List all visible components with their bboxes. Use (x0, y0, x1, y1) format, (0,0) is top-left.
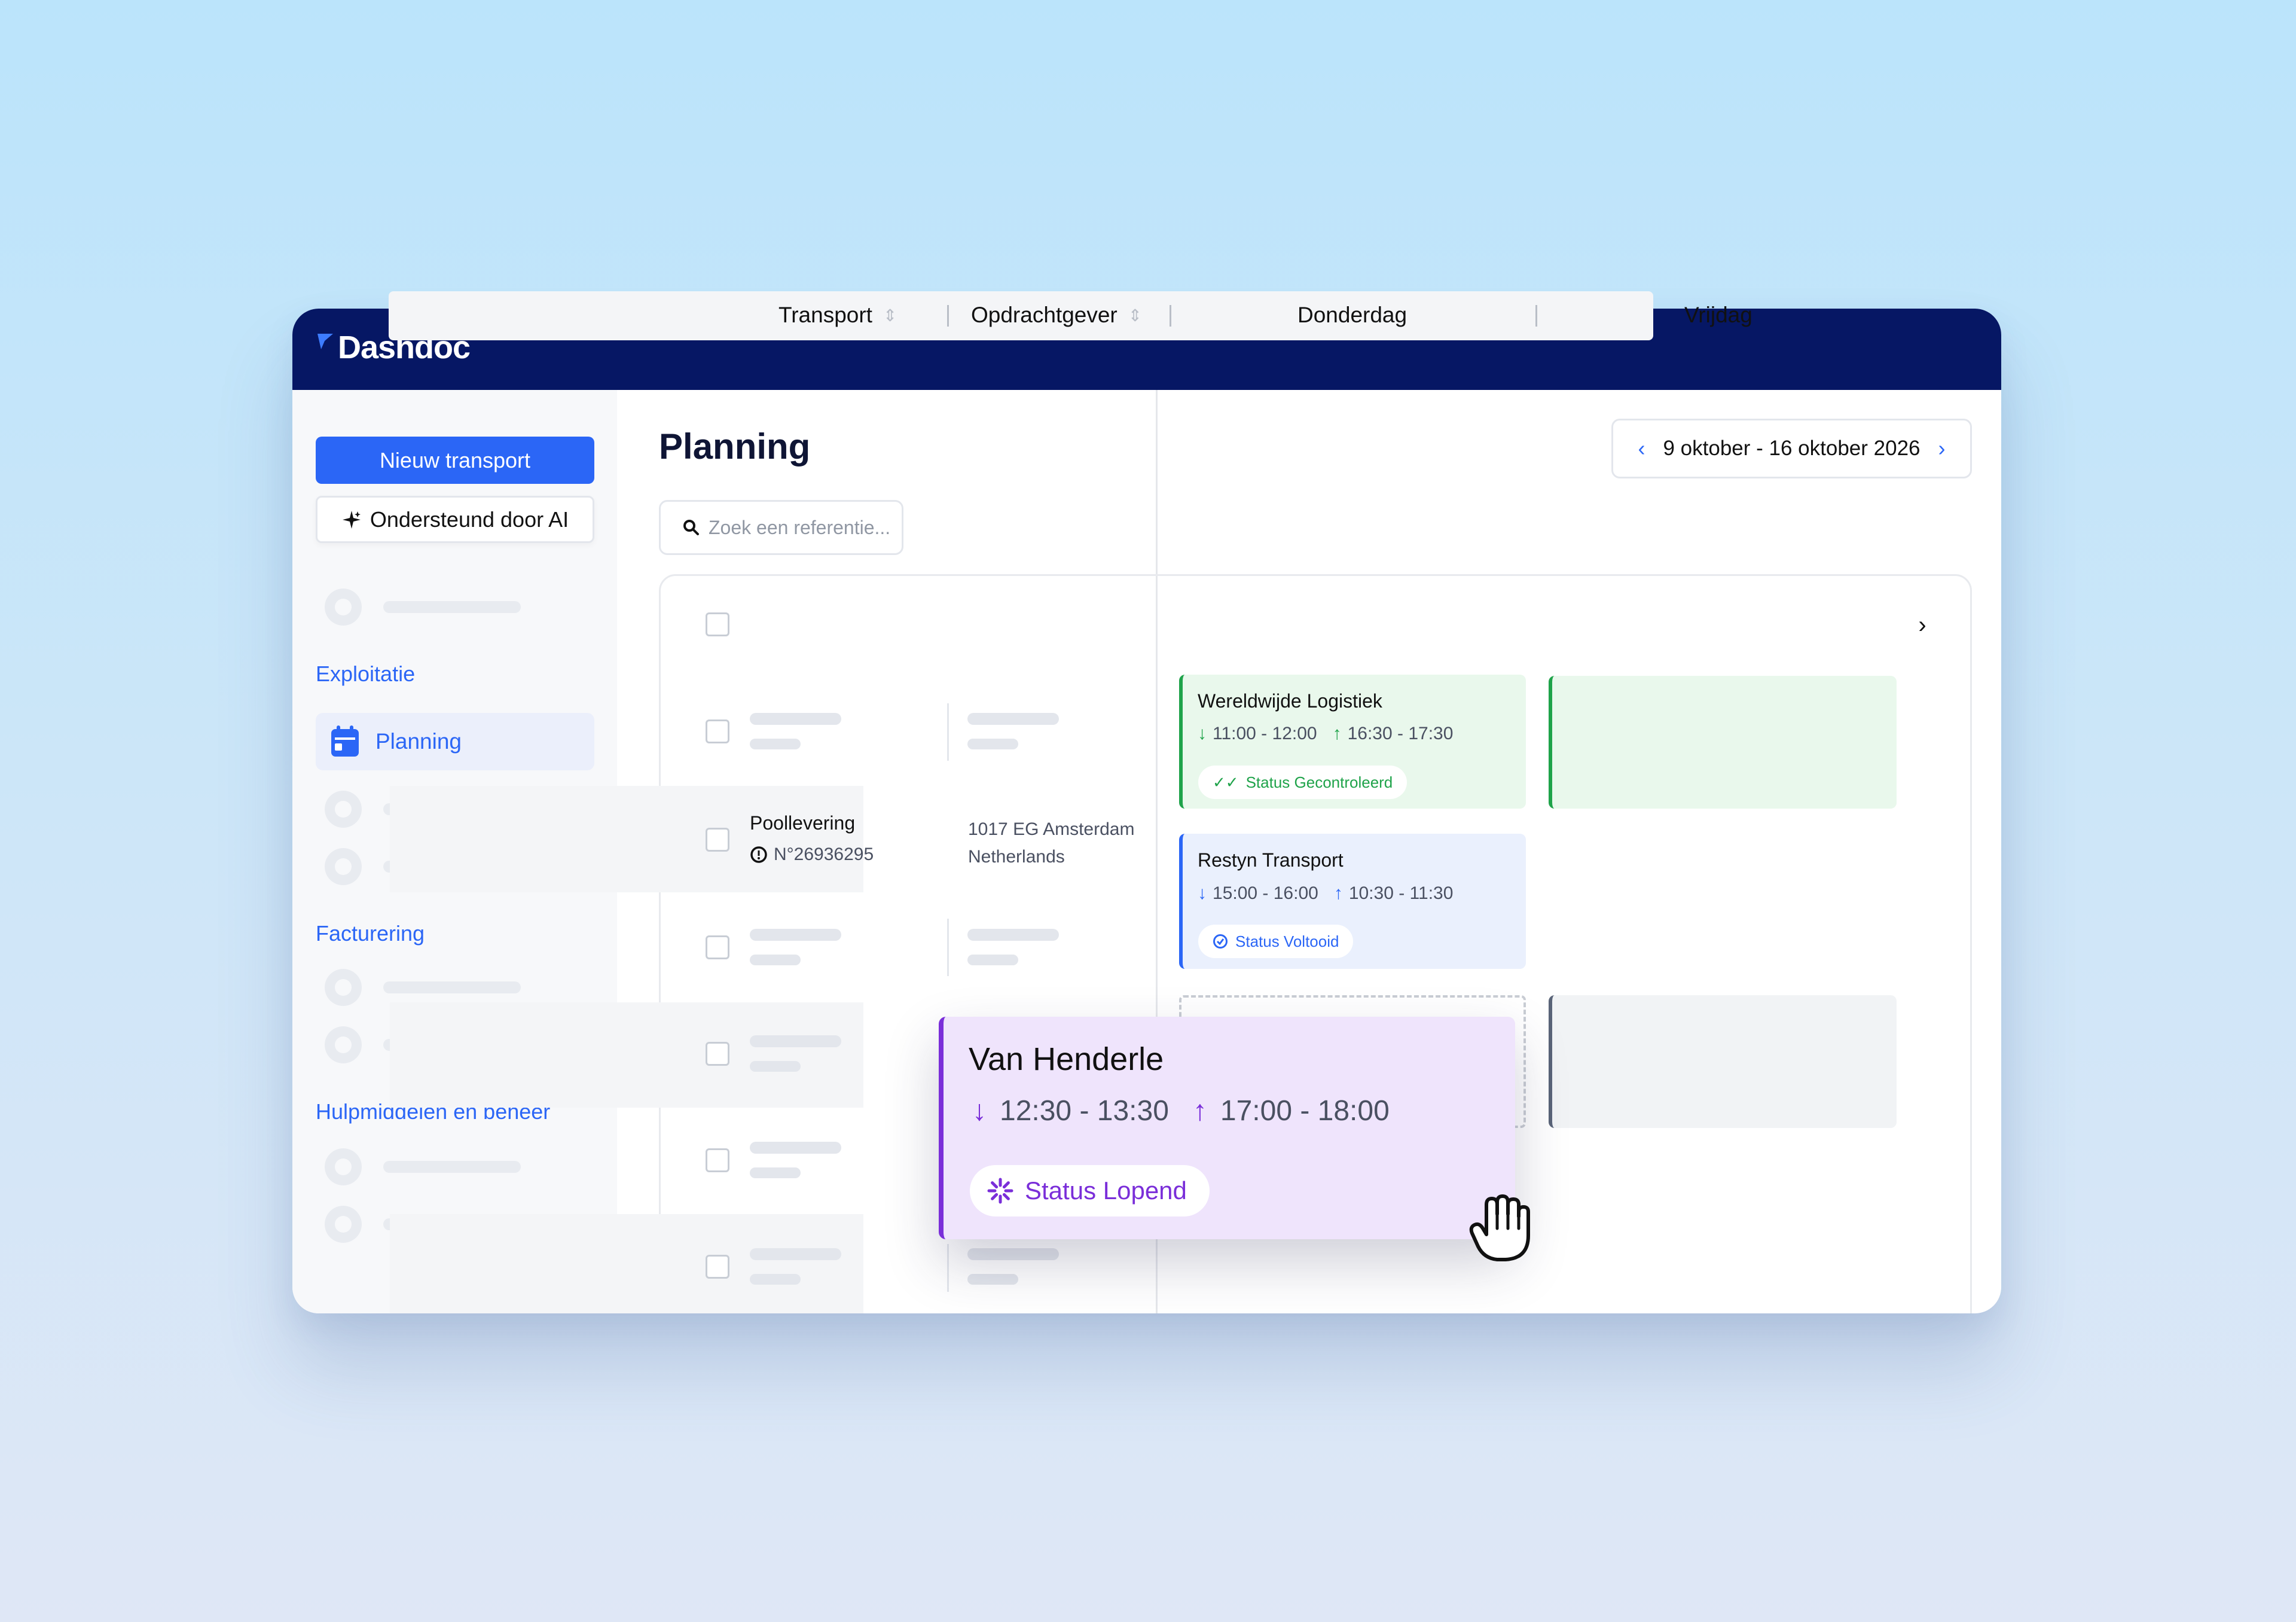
row-checkbox[interactable] (706, 1255, 729, 1279)
dragged-card[interactable]: Van Henderle ↓ 12:30 - 13:30 ↑ 17:00 - 18:… (939, 1017, 1515, 1239)
search-icon (683, 520, 699, 535)
row-checkbox[interactable] (706, 935, 729, 959)
placeholder-bar (967, 929, 1059, 941)
status-badge: ✓✓ Status Gecontroleerd (1198, 766, 1407, 799)
sort-icon[interactable]: ⇕ (883, 306, 897, 325)
placeholder-bar (750, 713, 841, 725)
arrow-down-icon: ↓ (972, 1095, 987, 1127)
planning-slot[interactable] (1549, 676, 1897, 809)
card-times: ↓ 15:00 - 16:00 ↑ 10:30 - 11:30 (1198, 883, 1454, 903)
ai-supported-label: Ondersteund door AI (370, 507, 569, 532)
date-range-label: 9 oktober - 16 oktober 2026 (1663, 437, 1921, 460)
info-icon (750, 846, 767, 863)
chevron-right-icon: › (1918, 611, 1926, 638)
column-header-transport[interactable]: Transport ⇕ (778, 303, 897, 328)
placeholder-bar (750, 739, 801, 749)
sidebar-placeholder-item (325, 1148, 521, 1185)
card-name: Wereldwijde Logistiek (1198, 690, 1382, 712)
arrow-up-icon: ↑ (1333, 883, 1343, 903)
planning-slot[interactable] (1549, 995, 1897, 1128)
loading-spinner-icon (987, 1178, 1013, 1204)
address-line: 1017 EG Amsterdam (968, 819, 1135, 839)
column-separator (947, 305, 949, 327)
card-times: ↓ 11:00 - 12:00 ↑ 16:30 - 17:30 (1198, 724, 1454, 743)
placeholder-bar (750, 1035, 841, 1047)
placeholder-bar (750, 1061, 801, 1072)
placeholder-bar (967, 739, 1018, 749)
check-circle-icon (1213, 934, 1228, 949)
sidebar-item-planning[interactable]: Planning (316, 713, 594, 770)
status-badge: Status Voltooid (1198, 925, 1354, 958)
ai-supported-button[interactable]: Ondersteund door AI (316, 496, 594, 543)
placeholder-bar (750, 1142, 841, 1154)
placeholder-bar (750, 929, 841, 941)
placeholder-bar (750, 1274, 801, 1285)
column-header-donderdag: Donderdag (1297, 303, 1407, 327)
logo-flag-icon (317, 334, 333, 349)
date-range-picker[interactable]: ‹ 9 oktober - 16 oktober 2026 › (1611, 419, 1972, 478)
sparkle-icon (342, 510, 361, 529)
section-facturering: Facturering (316, 921, 425, 946)
column-separator (1535, 305, 1537, 327)
table-row[interactable] (390, 786, 863, 892)
transport-number: N°26936295 (750, 844, 874, 865)
arrow-down-icon: ↓ (1198, 883, 1207, 903)
new-transport-button[interactable]: Nieuw transport (316, 437, 594, 484)
row-checkbox[interactable] (706, 719, 729, 743)
column-separator (947, 1244, 949, 1292)
sidebar-placeholder-item (325, 969, 521, 1006)
sidebar-item-label: Planning (375, 729, 462, 754)
client-address: 1017 EG Amsterdam Netherlands (968, 816, 1134, 871)
double-check-icon: ✓✓ (1213, 773, 1239, 791)
placeholder-bar (750, 955, 801, 965)
placeholder-bar (967, 955, 1018, 965)
column-separator (1170, 305, 1171, 327)
column-separator (947, 703, 949, 761)
placeholder-bar (967, 1248, 1059, 1260)
select-all-checkbox[interactable] (706, 612, 729, 636)
table-row[interactable] (390, 1214, 863, 1313)
calendar-icon (331, 725, 359, 757)
status-badge: Status Lopend (970, 1165, 1210, 1216)
row-checkbox[interactable] (706, 1042, 729, 1066)
chevron-right-icon[interactable]: › (1938, 436, 1946, 461)
address-line: Netherlands (968, 847, 1065, 867)
column-header-opdrachtgever[interactable]: Opdrachtgever ⇕ (971, 303, 1142, 328)
chevron-left-icon[interactable]: ‹ (1638, 436, 1645, 461)
dragged-card-name: Van Henderle (969, 1041, 1164, 1077)
placeholder-bar (967, 713, 1059, 725)
placeholder-bar (967, 1274, 1018, 1285)
card-name: Restyn Transport (1198, 849, 1344, 871)
transport-name: Poollevering (750, 812, 856, 834)
column-separator (947, 919, 949, 976)
column-header-vrijdag: Vrijdag (1684, 303, 1752, 327)
table-row[interactable] (390, 1002, 863, 1108)
section-exploitatie: Exploitatie (316, 661, 416, 686)
arrow-up-icon: ↑ (1192, 1095, 1207, 1127)
sidebar-placeholder-item (325, 589, 521, 626)
placeholder-bar (750, 1248, 841, 1260)
next-day-button[interactable]: › (1905, 608, 1940, 642)
search-placeholder: Zoek een referentie... (709, 516, 891, 538)
row-checkbox[interactable] (706, 1148, 729, 1172)
grab-cursor-icon (1469, 1194, 1530, 1261)
page-title: Planning (659, 426, 811, 467)
search-input[interactable]: Zoek een referentie... (659, 500, 903, 555)
dragged-card-times: ↓ 12:30 - 13:30 ↑ 17:00 - 18:00 (972, 1095, 1390, 1127)
arrow-up-icon: ↑ (1332, 724, 1342, 743)
arrow-down-icon: ↓ (1198, 724, 1207, 743)
sort-icon[interactable]: ⇕ (1128, 306, 1142, 325)
row-checkbox[interactable] (706, 828, 729, 852)
placeholder-bar (750, 1167, 801, 1178)
